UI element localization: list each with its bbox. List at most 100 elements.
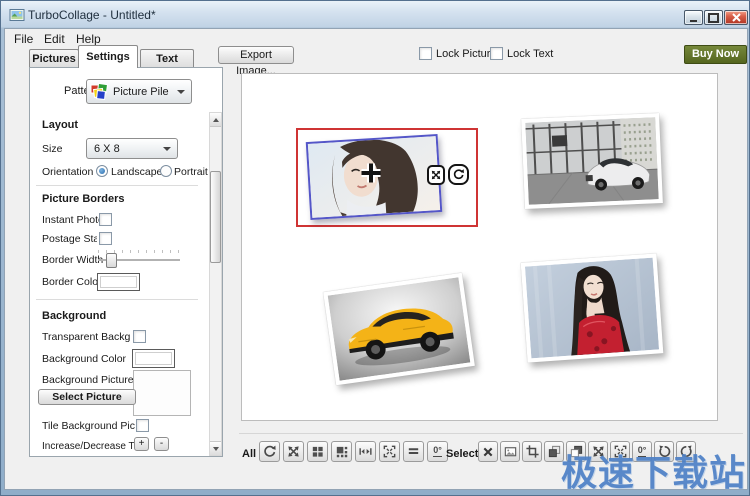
menu-file[interactable]: File (11, 31, 36, 47)
tab-settings[interactable]: Settings (78, 45, 138, 68)
grid-layout-button[interactable] (307, 441, 328, 462)
select-picture-button[interactable]: Select Picture (38, 389, 136, 405)
pattern-dropdown[interactable]: Picture Pile (86, 79, 192, 104)
orientation-label: Orientation (42, 166, 94, 178)
pattern-value: Picture Pile (113, 85, 169, 98)
buy-now-button[interactable]: Buy Now (684, 45, 747, 64)
background-header: Background (42, 310, 107, 322)
photo-white-car[interactable] (521, 113, 663, 209)
mosaic-icon (336, 446, 348, 458)
increase-tile-button[interactable]: + (134, 437, 149, 451)
equal-size-button[interactable] (403, 441, 424, 462)
fit-brackets-icon (383, 445, 396, 458)
expand-spacing-button[interactable] (355, 441, 376, 462)
background-picture-preview (133, 370, 191, 416)
scatter-arrows-icon (288, 446, 299, 457)
site-watermark: 极速下载站 (560, 452, 746, 493)
triangle-up-icon (212, 117, 219, 122)
reset-rotation-button[interactable]: 0° (427, 441, 448, 462)
bring-forward-icon (548, 445, 560, 458)
export-image-button[interactable]: Export Image... (218, 46, 294, 77)
expand-arrows-icon (359, 448, 372, 455)
landscape-label: Landscape (111, 166, 163, 178)
minimize-button[interactable] (684, 10, 703, 25)
move-cursor-icon (358, 160, 384, 189)
instant-photo-checkbox[interactable] (99, 213, 112, 226)
delete-picture-button[interactable] (478, 441, 498, 462)
app-icon (9, 7, 25, 23)
triangle-down-icon (212, 446, 219, 451)
transparent-background-label: Transparent Background (42, 331, 130, 343)
layout-header: Layout (42, 119, 79, 131)
portrait-label: Portrait (174, 166, 208, 178)
fit-pictures-button[interactable] (379, 441, 400, 462)
rotate-arrow-icon (453, 169, 464, 180)
rotate-handle[interactable] (448, 164, 469, 185)
rotate-circle-icon (264, 445, 276, 457)
size-value: 6 X 8 (94, 142, 120, 155)
picture-borders-header: Picture Borders (42, 193, 125, 205)
toolbar-divider (239, 433, 743, 434)
resize-handle[interactable] (427, 165, 445, 185)
close-button[interactable] (724, 10, 748, 25)
landscape-radio[interactable] (96, 165, 108, 177)
close-icon (731, 13, 741, 22)
toolbar-all-label: All (242, 448, 257, 460)
border-width-label: Border Width (42, 254, 104, 266)
resize-arrows-icon (431, 170, 441, 180)
transparent-background-checkbox[interactable] (133, 330, 146, 343)
background-color-swatch[interactable] (132, 349, 175, 368)
divider (36, 299, 198, 300)
decrease-tile-button[interactable]: - (154, 437, 169, 451)
scrollbar-thumb[interactable] (210, 171, 221, 263)
app-window: TurboCollage - Untitled* File Edit Help … (0, 0, 750, 496)
postage-stamp-label: Postage Stamp (42, 233, 97, 245)
picture-pile-icon (90, 82, 108, 100)
divider (36, 185, 198, 186)
crop-picture-button[interactable] (522, 441, 542, 462)
mosaic-layout-button[interactable] (331, 441, 352, 462)
maximize-button[interactable] (704, 10, 723, 25)
size-label: Size (42, 143, 63, 155)
instant-photo-label: Instant Photo (42, 214, 104, 226)
menu-edit[interactable]: Edit (41, 31, 68, 47)
crop-icon (525, 445, 539, 458)
portrait-radio[interactable] (160, 165, 172, 177)
chevron-down-icon (163, 146, 171, 151)
tab-pictures[interactable]: Pictures (29, 49, 79, 67)
delete-x-icon (483, 447, 493, 456)
lock-text-checkbox[interactable] (490, 47, 503, 60)
size-dropdown[interactable]: 6 X 8 (86, 138, 178, 159)
shuffle-positions-button[interactable] (283, 441, 304, 462)
tile-background-checkbox[interactable] (136, 419, 149, 432)
picture-icon (504, 447, 516, 457)
shuffle-rotation-button[interactable] (259, 441, 280, 462)
minimize-icon (690, 19, 697, 22)
photo-yellow-car[interactable] (323, 272, 475, 386)
tile-background-label: Tile Background Picture (42, 420, 135, 432)
lock-text-label: Lock Text (507, 48, 554, 60)
background-color-label: Background Color (42, 353, 127, 365)
change-picture-button[interactable] (500, 441, 520, 462)
scroll-up-button[interactable] (210, 113, 221, 127)
maximize-icon (708, 12, 719, 23)
grid-icon (312, 446, 323, 457)
sidebar-scrollbar[interactable] (209, 112, 222, 456)
chevron-down-icon (177, 89, 185, 94)
scroll-down-button[interactable] (210, 441, 221, 455)
slider-thumb[interactable] (106, 253, 117, 268)
postage-stamp-checkbox[interactable] (99, 232, 112, 245)
photo-red-dress-woman[interactable] (520, 253, 664, 363)
equals-icon (408, 448, 419, 455)
border-width-slider[interactable] (98, 250, 180, 268)
tab-text[interactable]: Text (140, 49, 194, 67)
border-color-swatch[interactable] (97, 273, 140, 291)
tile-size-label: Increase/Decrease Tile (42, 441, 135, 452)
background-picture-label: Background Picture (42, 374, 134, 386)
toolbar-all-group: 0° (259, 441, 448, 462)
lock-pictures-checkbox[interactable] (419, 47, 432, 60)
zero-degrees-label: 0° (433, 445, 442, 457)
window-title: TurboCollage - Untitled* (28, 8, 156, 22)
settings-panel: Pattern Picture Pile Layout Size 6 X 8 O… (29, 67, 223, 457)
border-color-label: Border Color (42, 276, 102, 288)
